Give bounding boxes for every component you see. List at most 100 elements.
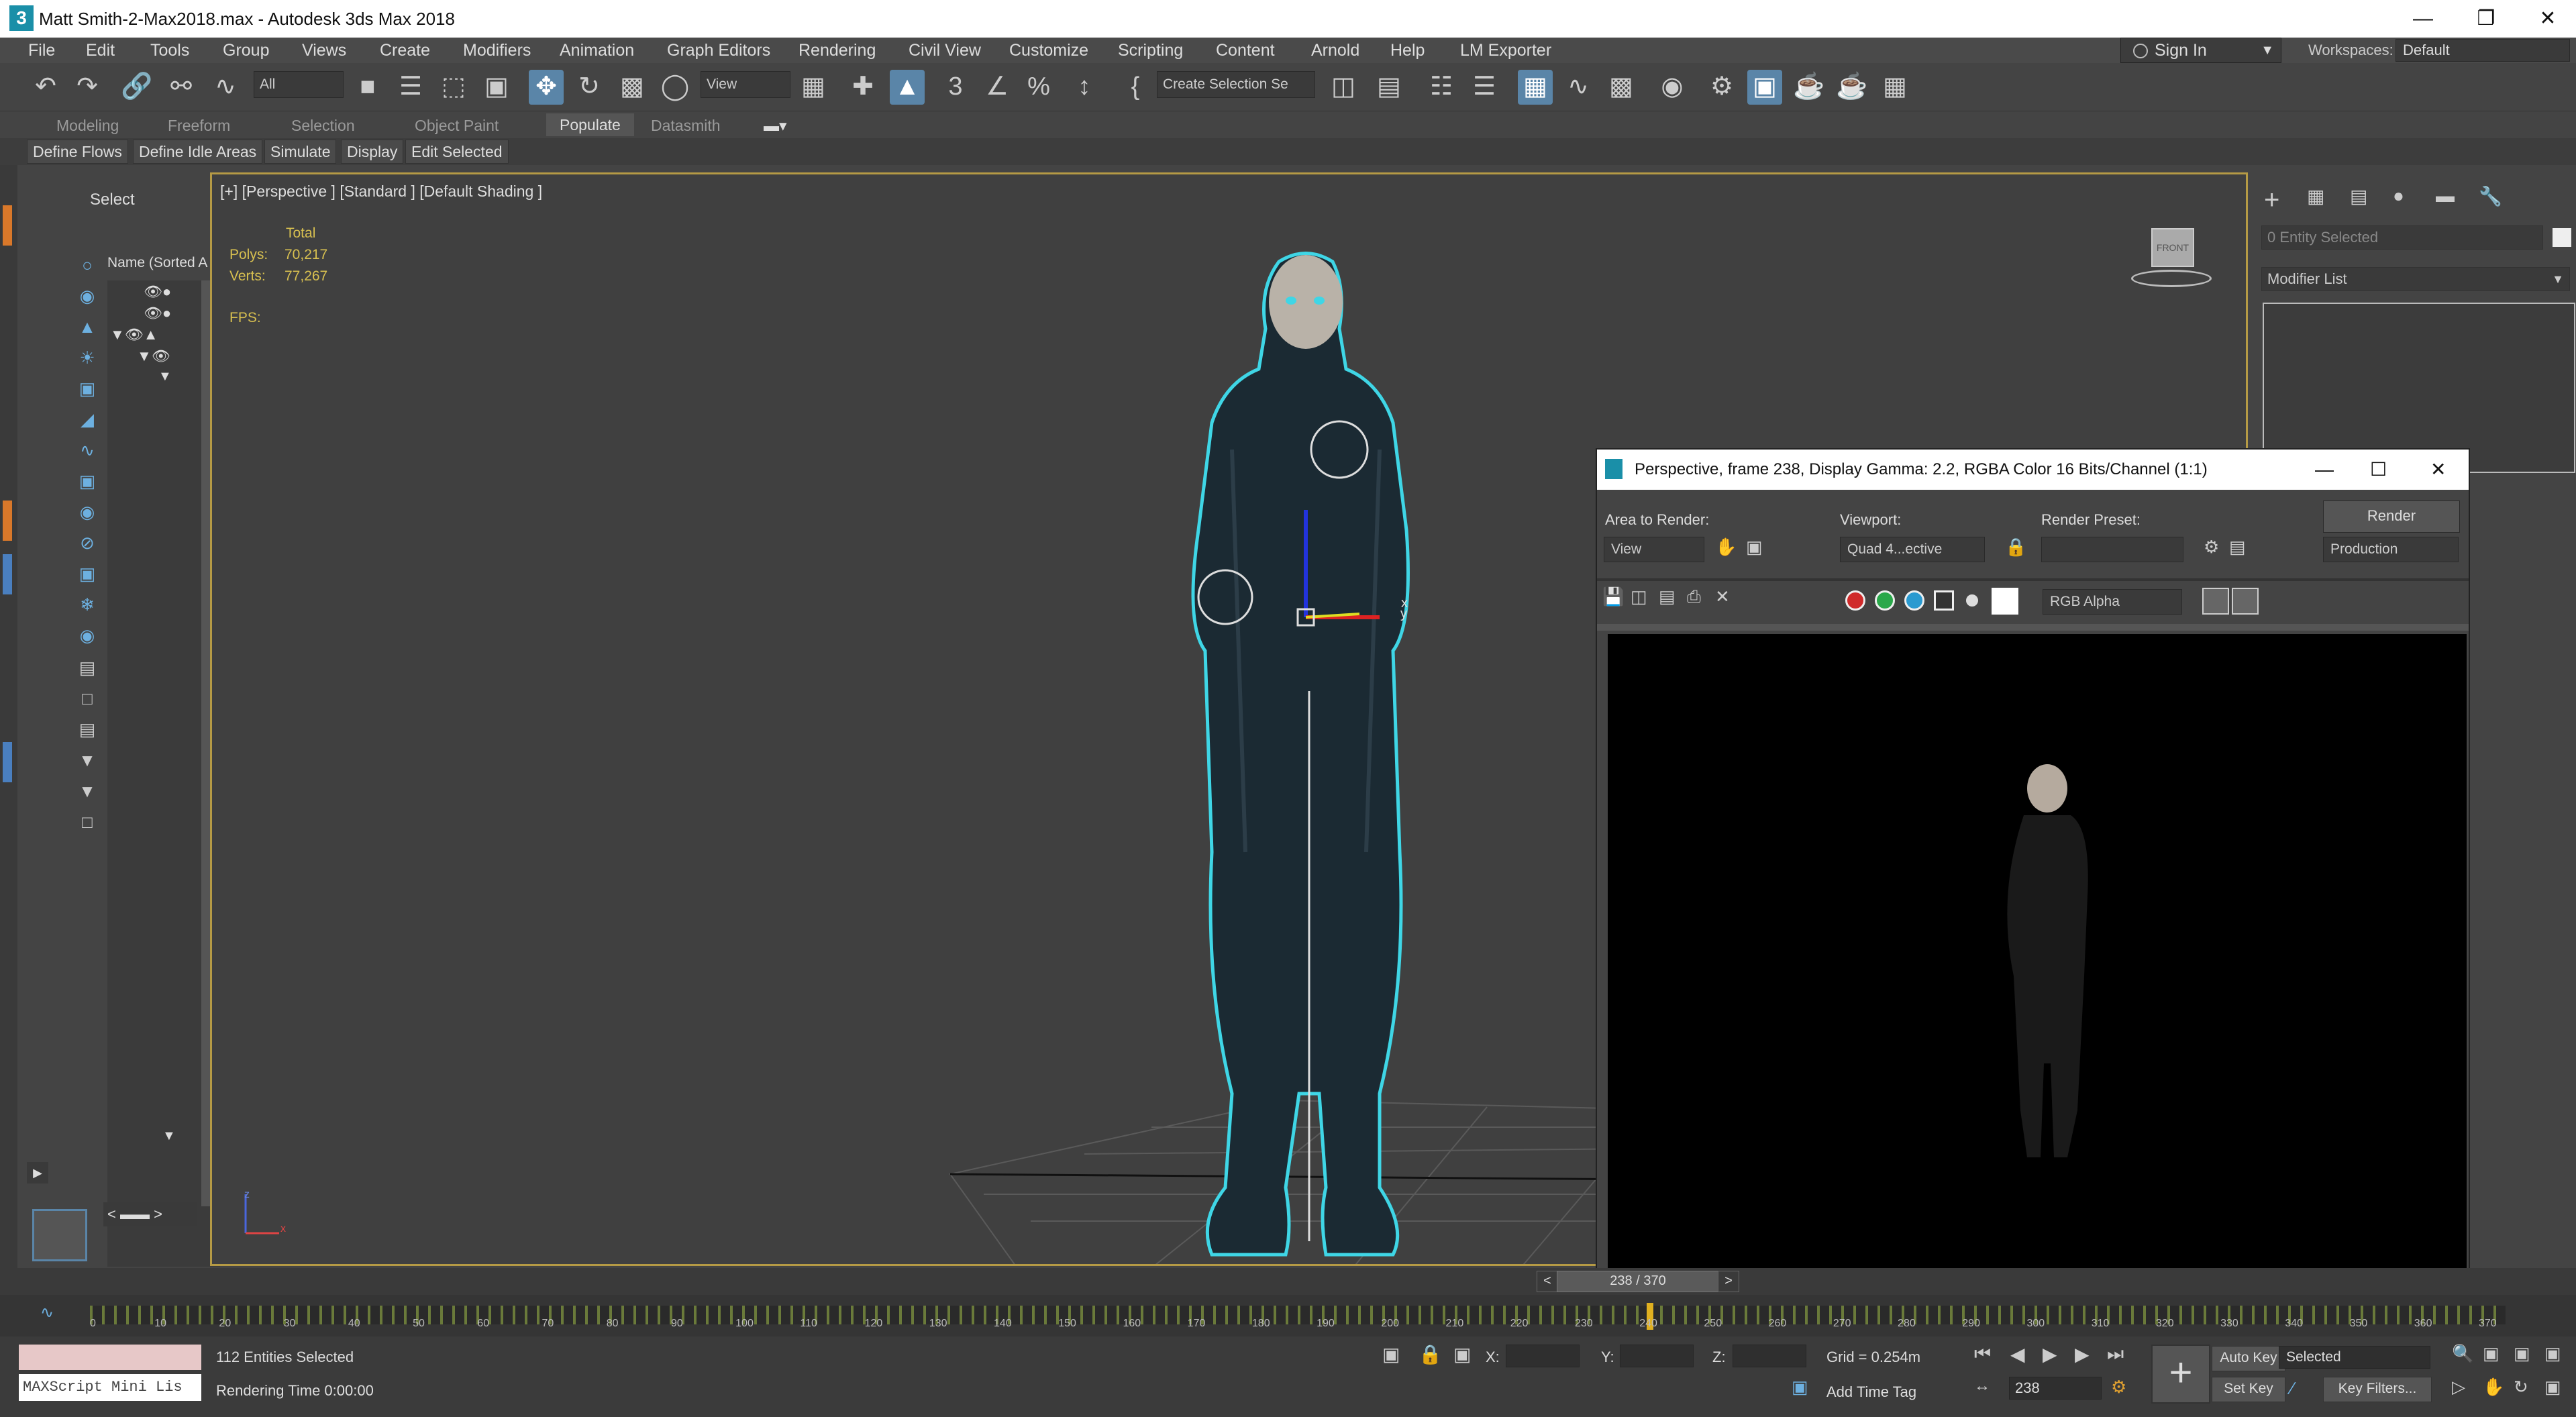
environment-icon[interactable]: ▤ [2229, 537, 2246, 558]
area-to-render-dropdown[interactable]: View [1604, 537, 1704, 562]
maximize-viewport-icon[interactable]: ▣ [2544, 1377, 2561, 1398]
scene-explorer-toggle-icon[interactable]: ☷ [1424, 70, 1459, 105]
tree-row-collapse-icon[interactable]: ▼ [162, 1129, 176, 1144]
add-time-tag[interactable]: Add Time Tag [1826, 1383, 1916, 1401]
close-icon[interactable]: ✕ [2430, 450, 2446, 490]
zoom-icon[interactable]: 🔍 [2452, 1343, 2473, 1364]
set-keys-button[interactable]: + [2151, 1345, 2210, 1404]
snaps-3d-icon[interactable]: 3 [938, 70, 973, 105]
display-hidden-icon[interactable]: ◉ [74, 623, 101, 648]
minimize-icon[interactable]: — [2393, 4, 2453, 34]
menu-rendering[interactable]: Rendering [798, 41, 876, 60]
previous-frame-icon[interactable]: ◀ [2010, 1343, 2025, 1365]
tab-object-paint[interactable]: Object Paint [415, 117, 499, 135]
menu-create[interactable]: Create [380, 41, 430, 60]
absolute-mode-icon[interactable]: ▣ [1453, 1343, 1471, 1365]
select-object-icon[interactable]: ■ [350, 70, 385, 105]
next-frame-icon[interactable]: ▶ [2075, 1343, 2090, 1365]
material-editor-icon[interactable]: ◉ [1655, 70, 1690, 105]
maxscript-mini-listener[interactable]: MAXScript Mini Lis [19, 1374, 201, 1401]
workspace-select[interactable]: Default [2395, 39, 2570, 62]
display-geometry-icon[interactable]: ◉ [74, 283, 101, 309]
y-coordinate-field[interactable] [1620, 1345, 1694, 1367]
z-coordinate-field[interactable] [1733, 1345, 1806, 1367]
minimize-icon[interactable]: — [2315, 450, 2334, 490]
clear-icon[interactable]: ✕ [1715, 586, 1730, 607]
isolate-selection-icon[interactable]: ▣ [1382, 1343, 1400, 1365]
strip-tab-1[interactable] [3, 205, 12, 246]
expand-arrow-icon[interactable]: ▶ [27, 1162, 48, 1184]
select-rotate-icon[interactable]: ↻ [572, 70, 607, 105]
ribbon-toggle-icon[interactable]: ▦ [1518, 70, 1553, 105]
define-flows-button[interactable]: Define Flows [27, 140, 128, 164]
lock-icon[interactable]: 🔒 [2005, 537, 2026, 558]
maxscript-listener-input[interactable] [19, 1345, 201, 1370]
time-slider-track[interactable]: < 238 / 370 > [0, 1268, 2576, 1295]
display-none-filter-icon[interactable]: □ [74, 686, 101, 711]
zoom-extents-all-icon[interactable]: ▣ [2544, 1343, 2561, 1364]
edit-named-selection-icon[interactable]: { [1118, 70, 1153, 105]
time-tag-icon[interactable]: ▣ [1792, 1377, 1808, 1398]
menu-modifiers[interactable]: Modifiers [463, 41, 531, 60]
monochrome-toggle[interactable] [1966, 594, 1978, 607]
motion-tab-icon[interactable]: ● [2393, 185, 2404, 207]
unlink-icon[interactable]: ⚯ [164, 70, 199, 105]
modify-tab-icon[interactable]: ▦ [2307, 185, 2324, 207]
auto-key-button[interactable]: Auto Key [2212, 1346, 2285, 1371]
edit-region-icon[interactable]: ✋ [1715, 537, 1737, 558]
snaps-toggle-icon[interactable]: ▲ [890, 70, 925, 105]
mirror-icon[interactable]: ◫ [1326, 70, 1361, 105]
render-iterative-icon[interactable]: ☕ [1835, 70, 1869, 105]
display-button[interactable]: Display [341, 140, 404, 164]
tree-row-5[interactable]: ▼ [158, 369, 172, 384]
object-color-swatch[interactable] [2553, 228, 2571, 247]
edit-selected-button[interactable]: Edit Selected [405, 140, 509, 164]
modifier-list-dropdown[interactable]: Modifier List ▼ [2261, 267, 2570, 291]
ribbon-options-icon[interactable]: ▬▾ [764, 117, 787, 135]
menu-group[interactable]: Group [223, 41, 269, 60]
render-preset-dropdown[interactable] [2041, 537, 2183, 562]
display-lights-icon[interactable]: ☀ [74, 345, 101, 370]
display-channel-dropdown[interactable]: RGB Alpha [2043, 589, 2182, 615]
tab-datasmith[interactable]: Datasmith [651, 117, 721, 135]
explorer-select-label[interactable]: Select [90, 191, 135, 209]
layer-explorer-icon[interactable]: ☰ [1467, 70, 1502, 105]
display-all-icon[interactable]: ▤ [74, 655, 101, 680]
hierarchy-tab-icon[interactable]: ▤ [2350, 185, 2367, 207]
x-coordinate-field[interactable] [1506, 1345, 1580, 1367]
background-color-swatch[interactable] [1992, 588, 2018, 615]
viewcube-front-face[interactable]: FRONT [2151, 228, 2194, 267]
toggle-ui-icon[interactable] [2232, 588, 2259, 615]
menu-lm-exporter[interactable]: LM Exporter [1460, 41, 1551, 60]
spinner-snap-icon[interactable]: ↕ [1067, 70, 1102, 105]
create-tab-icon[interactable]: + [2264, 185, 2279, 215]
menu-help[interactable]: Help [1390, 41, 1425, 60]
display-none-icon[interactable]: ○ [74, 252, 101, 278]
selection-filter-dropdown[interactable]: All [254, 71, 344, 98]
curve-editor-icon[interactable]: ∿ [1561, 70, 1596, 105]
menu-views[interactable]: Views [302, 41, 346, 60]
zoom-extents-icon[interactable]: ▣ [2514, 1343, 2530, 1364]
clone-window-icon[interactable]: ▤ [1659, 586, 1676, 607]
time-slider-thumb[interactable]: 238 / 370 [1557, 1271, 1719, 1292]
display-frozen-icon[interactable]: ❄ [74, 592, 101, 617]
explorer-hscroll[interactable]: < ▬▬ > [103, 1202, 197, 1226]
rectangular-selection-icon[interactable]: ⬚ [436, 70, 471, 105]
render-setup-icon[interactable]: ⚙ [2204, 537, 2219, 558]
strip-tab-4[interactable] [3, 742, 12, 782]
default-in-out-tangent-icon[interactable]: ∕ [2291, 1378, 2294, 1399]
red-channel-toggle[interactable] [1845, 590, 1865, 611]
display-space-warps-icon[interactable]: ∿ [74, 437, 101, 463]
undo-icon[interactable]: ↶ [28, 70, 63, 105]
filter-2-icon[interactable]: ▼ [74, 778, 101, 804]
copy-image-icon[interactable]: ◫ [1631, 586, 1647, 607]
scene-explorer-icon[interactable] [32, 1209, 87, 1261]
menu-animation[interactable]: Animation [560, 41, 634, 60]
field-of-view-icon[interactable]: ▷ [2452, 1377, 2465, 1398]
previous-frame-arrow[interactable]: < [1537, 1271, 1558, 1292]
rendered-image[interactable] [1608, 634, 2467, 1279]
next-frame-arrow[interactable]: > [1718, 1271, 1739, 1292]
go-to-start-icon[interactable]: ⏮ [1974, 1343, 1991, 1365]
menu-edit[interactable]: Edit [86, 41, 115, 60]
strip-tab-3[interactable] [3, 554, 12, 594]
